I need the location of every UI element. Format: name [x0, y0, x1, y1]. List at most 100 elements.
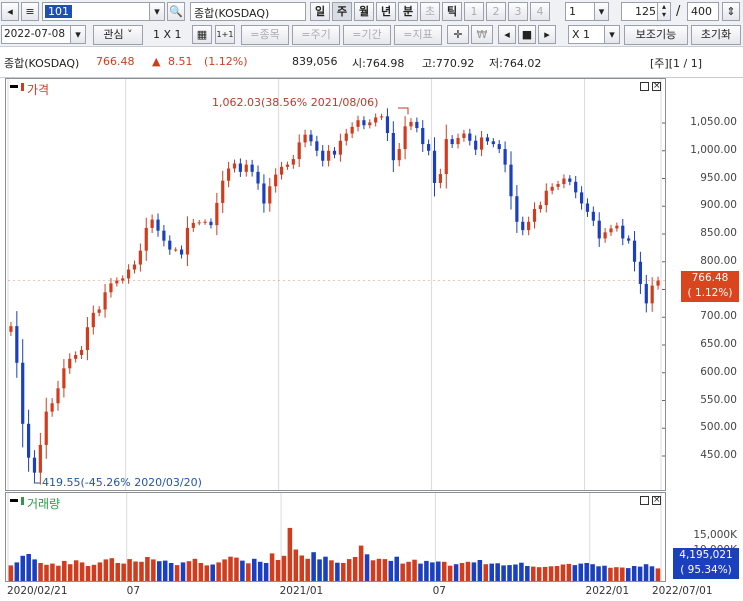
volume-bar	[424, 560, 429, 581]
candle-body	[179, 249, 184, 255]
volume-axis: 15,000K10,000K 4,195,021 ( 95.34%)	[667, 492, 743, 582]
volume-bar	[67, 564, 73, 581]
volume-maximize-icon[interactable]	[640, 496, 649, 505]
candle-body	[132, 264, 137, 270]
period-button-2[interactable]: 월	[354, 2, 374, 21]
candle-body	[444, 139, 448, 175]
volume-chart-svg	[7, 493, 662, 581]
prev-item-icon[interactable]: ◂	[1, 2, 19, 21]
candle-body	[126, 269, 131, 279]
candle-body	[562, 178, 566, 185]
pane-menu-icon[interactable]	[10, 85, 18, 88]
period-button-10[interactable]: 4	[530, 2, 550, 21]
volume-pane-menu-icon[interactable]	[10, 499, 18, 502]
x-axis-label: 2021/01	[279, 585, 324, 597]
search-icon[interactable]: 🔍	[167, 2, 185, 21]
period-button-3[interactable]: 년	[376, 2, 396, 21]
info-open: 시:764.98	[352, 57, 405, 70]
volume-bar	[406, 561, 411, 581]
candle-body	[9, 326, 13, 332]
one-plus-one-icon[interactable]: 1+1	[215, 25, 235, 44]
price-pane[interactable]: 가격 × 1,062.03(38.56% 2021/08/06) 419.55(…	[5, 78, 666, 491]
code-value: 101	[45, 5, 72, 18]
x-axis-label: 2020/02/21	[7, 585, 68, 597]
date-dropdown-icon[interactable]: ▾	[70, 25, 86, 44]
candle-body	[79, 349, 84, 355]
up-arrow-icon: ▲	[152, 55, 161, 68]
candle-body	[556, 184, 560, 187]
indicator-compare-button[interactable]: =지표	[394, 25, 442, 45]
candle-body	[203, 221, 207, 223]
multiplier-dropdown-icon[interactable]: ▾	[604, 25, 620, 44]
range-compare-button[interactable]: =기간	[343, 25, 391, 45]
volume-bar	[299, 555, 305, 581]
stock-compare-button[interactable]: =종목	[241, 25, 289, 45]
candle-body	[656, 280, 660, 286]
period-button-6[interactable]: 틱	[442, 2, 462, 21]
volume-bar	[346, 559, 352, 581]
aux-function-button[interactable]: 보조기능	[624, 25, 688, 45]
page-indicator: [주][1 / 1]	[650, 57, 702, 70]
candle-body	[421, 127, 425, 145]
volume-bar	[447, 565, 453, 581]
won-currency-icon[interactable]: ₩	[471, 25, 493, 44]
crosshair-icon[interactable]: ✛	[447, 25, 469, 44]
scroll-right-icon[interactable]: ▸	[538, 25, 556, 44]
period-button-9[interactable]: 3	[508, 2, 528, 21]
scroll-left-icon[interactable]: ◂	[498, 25, 516, 44]
candle-body	[350, 126, 354, 134]
volume-bar	[566, 563, 572, 581]
period-button-4[interactable]: 분	[398, 2, 418, 21]
candle-body	[227, 168, 231, 181]
candle-body	[50, 403, 54, 412]
period-button-7[interactable]: 1	[464, 2, 484, 21]
period-compare-button[interactable]: =주기	[292, 25, 340, 45]
high-annotation: 1,062.03(38.56% 2021/08/06)	[212, 96, 379, 109]
reset-button[interactable]: 초기화	[691, 25, 741, 45]
volume-bar	[554, 566, 560, 581]
price-pane-title: 가격	[27, 83, 50, 97]
candle-body	[515, 196, 519, 222]
candle-body	[97, 309, 101, 313]
grid-layout-icon[interactable]: ▦	[192, 25, 212, 44]
index-name-field[interactable]: 종합(KOSDAQ)	[190, 2, 306, 21]
candle-body	[197, 222, 201, 224]
price-axis-tick: 700.00	[700, 310, 737, 323]
code-input[interactable]: 101	[42, 2, 164, 21]
period-button-5[interactable]: 초	[420, 2, 440, 21]
volume-bar	[441, 561, 447, 581]
volume-close-icon[interactable]: ×	[652, 496, 661, 505]
watch-button[interactable]: 관심 ˅	[93, 25, 143, 45]
candle-body	[215, 202, 219, 226]
volume-bar	[584, 563, 589, 581]
volume-bar	[388, 560, 394, 581]
stock-list-icon[interactable]: ≡	[21, 2, 39, 21]
pane-close-icon[interactable]: ×	[652, 82, 661, 91]
volume-bar	[536, 567, 542, 581]
candle-body	[85, 327, 90, 350]
candle-body	[26, 423, 31, 458]
zoom-toggle-icon[interactable]: ⇕	[722, 2, 740, 21]
volume-bar	[293, 549, 299, 581]
x-axis-label: 2022/01	[585, 585, 630, 597]
volume-pane[interactable]: 거래량 ×	[5, 492, 666, 582]
period-button-8[interactable]: 2	[486, 2, 506, 21]
code-dropdown-icon[interactable]: ▾	[149, 2, 165, 21]
toolbar-top: ◂ ≡ 101 ▾ 🔍 종합(KOSDAQ) 일주월년분초틱1234 1 ▾ 1…	[0, 0, 743, 25]
volume-bar	[643, 564, 649, 581]
volume-bar	[246, 563, 251, 581]
price-axis-tick: 650.00	[700, 338, 737, 350]
period-button-1[interactable]: 주	[332, 2, 352, 21]
info-change: 8.51	[168, 55, 193, 68]
candle-body	[115, 280, 119, 284]
period-button-0[interactable]: 일	[310, 2, 330, 21]
stop-icon[interactable]: ■	[518, 25, 536, 44]
volume-bar	[20, 555, 26, 581]
candle-body	[21, 362, 25, 424]
period-number-dropdown-icon[interactable]: ▾	[594, 2, 609, 21]
pane-maximize-icon[interactable]	[640, 82, 649, 91]
total-count-field[interactable]: 400	[687, 2, 719, 21]
volume-bar	[269, 553, 275, 581]
view-count-spinner-icon[interactable]: ▴ ▾	[657, 2, 671, 21]
volume-bar	[625, 568, 631, 581]
